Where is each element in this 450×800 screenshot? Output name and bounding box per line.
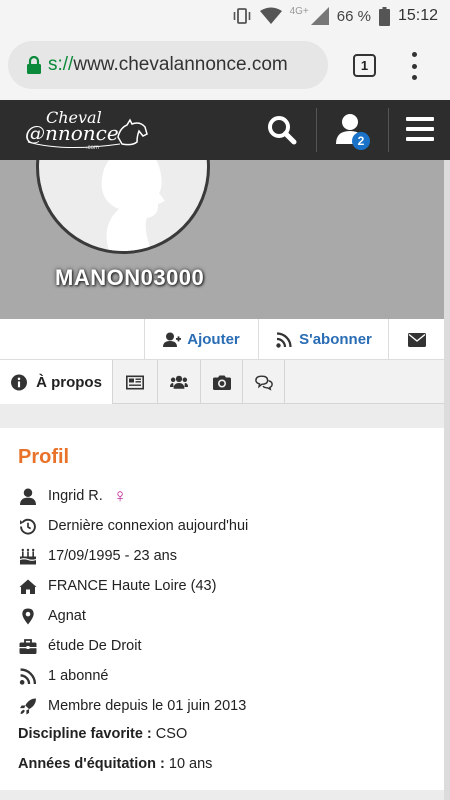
site-header: Cheval @nnonce .com (0, 100, 450, 160)
url-scheme: s:// (48, 54, 74, 75)
last-login-row: Dernière connexion aujourd'hui (18, 514, 248, 538)
rss-icon (19, 667, 36, 685)
riding-years-value: 10 ans (168, 756, 213, 772)
network-type: 4G+ (289, 5, 309, 17)
female-icon: ♀ (112, 485, 128, 507)
birthday-cake-icon (19, 548, 36, 564)
user-plus-icon (163, 332, 182, 347)
camera-icon (212, 375, 231, 390)
url-host: www.chevalannonce.com (73, 54, 288, 75)
profile-actions: Ajouter S'abonner (0, 319, 444, 360)
map-marker-icon (21, 607, 34, 625)
last-login: Dernière connexion aujourd'hui (48, 518, 249, 534)
rocket-icon (19, 698, 36, 714)
tab-friends[interactable] (158, 360, 201, 404)
city-row: Agnat (18, 604, 86, 628)
search-icon[interactable] (266, 114, 298, 146)
location-row: FRANCE Haute Loire (43) (18, 574, 216, 598)
header-divider (316, 108, 317, 152)
member-since: Membre depuis le 01 juin 2013 (48, 698, 247, 714)
occupation: étude De Droit (48, 638, 142, 654)
add-friend-label: Ajouter (187, 331, 240, 348)
discipline-label: Discipline favorite : (18, 726, 152, 742)
home-icon (19, 579, 36, 594)
tab-photos[interactable] (201, 360, 243, 404)
riding-years-label: Années d'équitation : (18, 756, 165, 772)
discipline-row: Discipline favorite : CSO (18, 726, 187, 742)
silhouette-icon (101, 160, 165, 251)
user-icon (19, 488, 36, 505)
hamburger-menu-icon[interactable] (406, 117, 434, 141)
subscribe-label: S'abonner (299, 331, 372, 348)
url-text: s://www.chevalannonce.com (48, 54, 288, 76)
notification-badge: 2 (352, 132, 370, 150)
city: Agnat (48, 608, 86, 624)
discipline-value: CSO (155, 726, 188, 742)
site-logo[interactable]: Cheval @nnonce .com (24, 106, 149, 154)
comments-icon (254, 374, 273, 391)
header-divider (388, 108, 389, 152)
birthdate-row: 17/09/1995 - 23 ans (18, 544, 177, 568)
address-bar[interactable]: s://www.chevalannonce.com (8, 41, 328, 89)
svg-text:.com: .com (86, 145, 99, 151)
profile-tabs: À propos (0, 360, 444, 404)
lock-icon (27, 56, 41, 74)
member-since-row: Membre depuis le 01 juin 2013 (18, 694, 246, 718)
page-edge (444, 160, 450, 800)
clock: 15:12 (397, 7, 438, 24)
message-button[interactable] (388, 319, 444, 360)
signal-icon (310, 7, 329, 25)
subscribe-button[interactable]: S'abonner (258, 319, 388, 360)
birthdate: 17/09/1995 - 23 ans (48, 548, 177, 564)
tab-comments[interactable] (243, 360, 285, 404)
battery-level: 66 % (336, 7, 371, 25)
status-bar: 4G+ 66 % 15:12 (0, 0, 450, 32)
svg-text:@nnonce: @nnonce (25, 121, 119, 145)
add-friend-button[interactable]: Ajouter (144, 319, 258, 360)
profile-card: Profil Ingrid R. ♀ Dernière connexion au… (0, 428, 444, 790)
riding-years-row: Années d'équitation : 10 ans (18, 756, 212, 772)
user-name: Ingrid R. (48, 488, 103, 504)
briefcase-icon (19, 638, 36, 654)
profile-username: MANON03000 (55, 265, 205, 290)
battery-icon (378, 6, 390, 26)
envelope-icon (407, 332, 426, 347)
subscribers: 1 abonné (48, 668, 109, 684)
avatar (36, 160, 210, 254)
tab-about-label: À propos (36, 373, 102, 391)
newspaper-icon (126, 375, 144, 389)
profile-cover: MANON03000 (0, 160, 444, 319)
subscribers-row: 1 abonné (18, 664, 108, 688)
profile-card-title: Profil (18, 446, 70, 468)
rss-icon (276, 331, 292, 348)
wifi-icon (259, 7, 282, 24)
browser-menu-button[interactable] (408, 52, 420, 80)
vibrate-icon (233, 8, 250, 24)
tab-about[interactable]: À propos (0, 360, 113, 404)
history-icon (19, 518, 36, 535)
group-icon (170, 375, 188, 389)
name-row: Ingrid R. ♀ (18, 484, 127, 508)
tab-ads[interactable] (113, 360, 158, 404)
browser-toolbar: s://www.chevalannonce.com 1 (0, 32, 450, 100)
tab-switcher-button[interactable]: 1 (353, 54, 376, 77)
location: FRANCE Haute Loire (43) (48, 578, 217, 594)
occupation-row: étude De Droit (18, 634, 142, 658)
info-icon (11, 374, 28, 390)
